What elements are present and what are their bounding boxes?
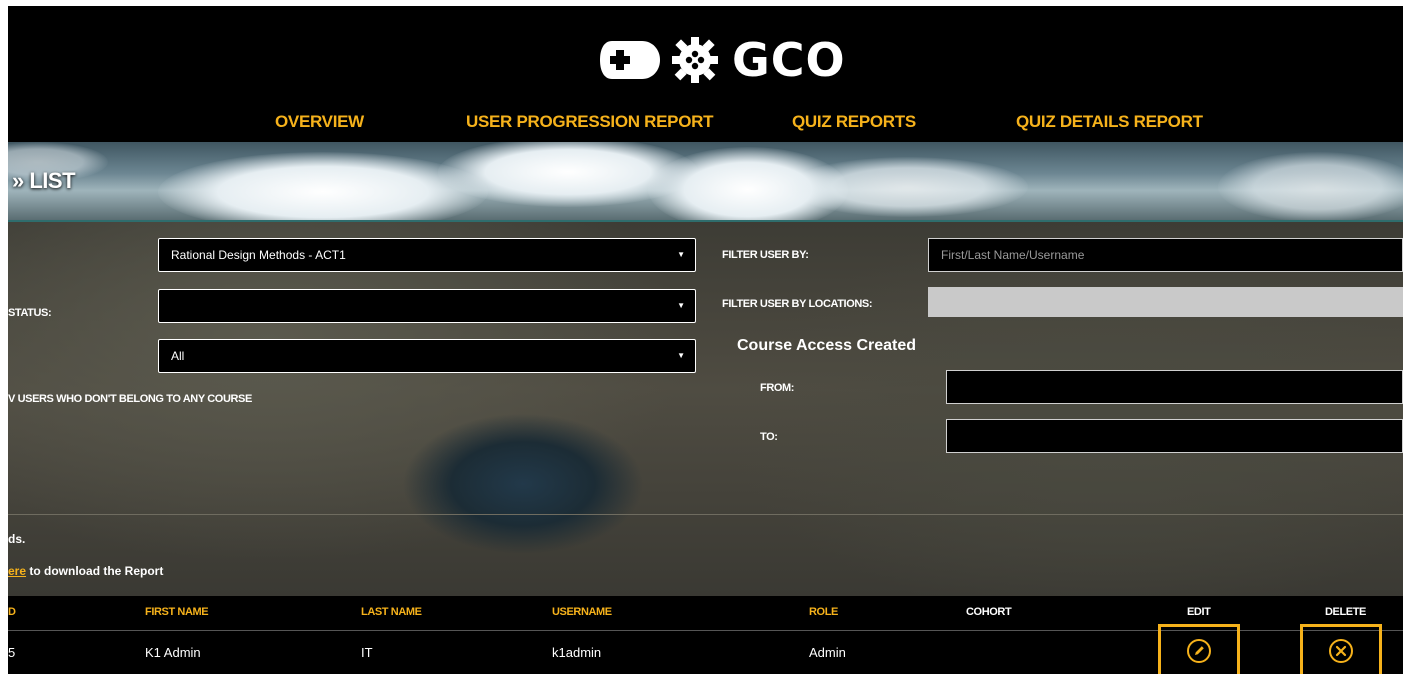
col-cohort: COHORT: [966, 606, 1012, 618]
caret-down-icon: ▼: [677, 351, 685, 360]
breadcrumb: » LIST: [12, 168, 76, 193]
all-select[interactable]: All ▼: [158, 339, 696, 373]
status-label: STATUS:: [8, 307, 52, 319]
page-banner: » LIST: [8, 142, 1403, 222]
to-date-input[interactable]: [946, 419, 1403, 453]
no-course-users-label[interactable]: V USERS WHO DON'T BELONG TO ANY COURSE: [8, 393, 252, 405]
cell-role: Admin: [809, 645, 846, 660]
logo-text: GCO: [732, 33, 846, 87]
course-select-value: Rational Design Methods - ACT1: [171, 248, 346, 262]
gamepad-icon: [600, 41, 660, 79]
from-date-input[interactable]: [946, 370, 1403, 404]
col-role[interactable]: ROLE: [809, 606, 838, 618]
col-delete: DELETE: [1325, 606, 1366, 618]
download-row: ere to download the Report: [8, 564, 163, 578]
nav-overview[interactable]: OVERVIEW: [275, 112, 364, 132]
col-edit: EDIT: [1187, 606, 1211, 618]
nav-user-progression-report[interactable]: USER PROGRESSION REPORT: [466, 112, 714, 132]
filter-locations-input[interactable]: [928, 287, 1403, 317]
col-id[interactable]: D: [8, 606, 16, 618]
caret-down-icon: ▼: [677, 250, 685, 259]
logo[interactable]: GCO: [598, 30, 846, 90]
cell-last-name: IT: [361, 645, 373, 660]
cell-username: k1admin: [552, 645, 602, 660]
course-access-heading: Course Access Created: [737, 337, 917, 354]
to-label: TO:: [760, 431, 778, 443]
caret-down-icon: ▼: [677, 301, 685, 310]
filter-user-by-label: FILTER USER BY:: [722, 249, 809, 261]
filter-panel: Rational Design Methods - ACT1 ▼ STATUS:…: [8, 222, 1403, 596]
col-username[interactable]: USERNAME: [552, 606, 612, 618]
divider: [8, 514, 1403, 515]
nav-quiz-reports[interactable]: QUIZ REPORTS: [792, 112, 916, 132]
main-nav: OVERVIEW USER PROGRESSION REPORT QUIZ RE…: [8, 112, 1403, 136]
delete-button[interactable]: [1300, 624, 1382, 674]
filter-user-placeholder: First/Last Name/Username: [941, 248, 1085, 262]
download-link[interactable]: ere: [8, 564, 26, 578]
site-header: GCO OVERVIEW USER PROGRESSION REPORT QUI…: [8, 6, 1403, 142]
filter-user-input[interactable]: First/Last Name/Username: [928, 238, 1403, 272]
cell-id: 5: [8, 645, 16, 660]
all-select-value: All: [171, 349, 185, 363]
page: GCO OVERVIEW USER PROGRESSION REPORT QUI…: [8, 6, 1403, 674]
pencil-circle-icon: [1187, 638, 1211, 663]
cell-first-name: K1 Admin: [145, 645, 201, 660]
filter-locations-label: FILTER USER BY LOCATIONS:: [722, 298, 873, 310]
col-first-name[interactable]: FIRST NAME: [145, 606, 209, 618]
status-select[interactable]: ▼: [158, 289, 696, 323]
download-text: to download the Report: [26, 564, 164, 578]
from-label: FROM:: [760, 382, 795, 394]
gear-icon: [672, 37, 718, 83]
col-last-name[interactable]: LAST NAME: [361, 606, 422, 618]
course-select[interactable]: Rational Design Methods - ACT1 ▼: [158, 238, 696, 272]
x-circle-icon: [1329, 638, 1353, 663]
nav-quiz-details-report[interactable]: QUIZ DETAILS REPORT: [1016, 112, 1203, 132]
edit-button[interactable]: [1158, 624, 1240, 674]
records-text: ds.: [8, 532, 26, 546]
